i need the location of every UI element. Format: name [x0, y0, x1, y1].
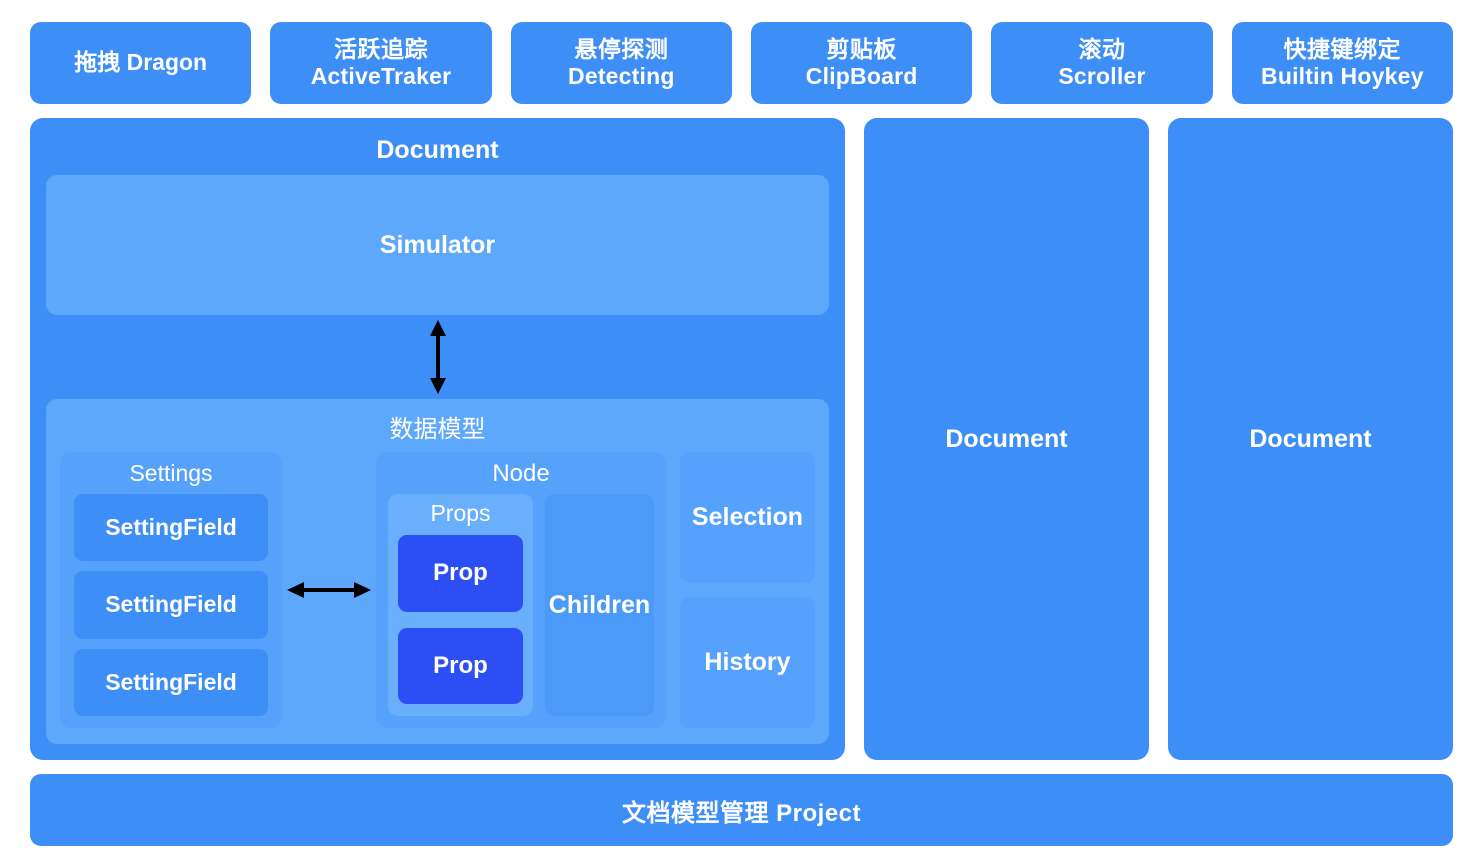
capability-card-hover-detecting[interactable]: 悬停探测 Detecting: [510, 22, 732, 104]
capability-card-clipboard[interactable]: 剪贴板 ClipBoard: [750, 22, 973, 104]
prop-label: Prop: [433, 651, 488, 679]
simulator-datamodel-link: [46, 315, 829, 399]
capability-card-drag[interactable]: 拖拽 Dragon: [30, 22, 252, 104]
document-panel-title: Document: [1249, 424, 1372, 453]
setting-field-item[interactable]: SettingField: [74, 494, 268, 562]
setting-field-label: SettingField: [105, 668, 237, 695]
settings-title: Settings: [129, 460, 213, 486]
data-model-container: 数据模型 Settings SettingField SettingField: [46, 399, 829, 744]
setting-field-list: SettingField SettingField SettingField: [74, 494, 268, 716]
capability-label-cn: 活跃追踪: [333, 35, 428, 62]
setting-field-item[interactable]: SettingField: [74, 571, 268, 639]
capability-label-cn: 滚动: [1078, 35, 1126, 62]
document-panel-tertiary[interactable]: Document: [1168, 118, 1453, 760]
document-panel-title: Document: [376, 136, 499, 164]
node-title: Node: [492, 460, 550, 487]
children-box[interactable]: Children: [545, 494, 654, 716]
simulator-label: Simulator: [379, 230, 496, 259]
document-panel-secondary[interactable]: Document: [864, 118, 1149, 760]
capability-label-en: Detecting: [568, 63, 675, 89]
document-panel-main[interactable]: Document Simulator 数据模型 Settings Setting…: [30, 118, 845, 760]
children-label: Children: [548, 590, 651, 619]
history-box[interactable]: History: [680, 597, 815, 728]
setting-field-label: SettingField: [105, 514, 237, 541]
capability-card-hotkey[interactable]: 快捷键绑定 Builtin Hoykey: [1231, 22, 1453, 104]
capability-label-cn: 剪贴板: [826, 35, 897, 62]
settings-node-link: [282, 452, 376, 728]
document-panel-title: Document: [945, 424, 1068, 453]
capability-label-en: ClipBoard: [805, 63, 918, 89]
project-bar-label: 文档模型管理 Project: [621, 799, 862, 827]
simulator-box[interactable]: Simulator: [46, 175, 829, 315]
capability-label-en: ActiveTraker: [310, 63, 452, 89]
capability-label-en: Scroller: [1058, 63, 1146, 89]
selection-label: Selection: [691, 503, 804, 531]
prop-label: Prop: [433, 559, 488, 587]
data-model-aside: Selection History: [680, 452, 815, 728]
data-model-title: 数据模型: [389, 416, 486, 443]
setting-field-item[interactable]: SettingField: [74, 648, 268, 716]
data-model-body: Settings SettingField SettingField Setti…: [60, 452, 815, 728]
settings-box[interactable]: Settings SettingField SettingField Setti…: [60, 452, 282, 728]
capability-label-cn: 快捷键绑定: [1283, 35, 1402, 62]
prop-list: Prop Prop: [398, 535, 523, 704]
props-box[interactable]: Props Prop Prop: [388, 494, 533, 716]
setting-field-label: SettingField: [105, 591, 237, 618]
capability-card-scroller[interactable]: 滚动 Scroller: [991, 22, 1213, 104]
history-label: History: [704, 648, 791, 676]
capability-row: 拖拽 Dragon 活跃追踪 ActiveTraker 悬停探测 Detecti…: [30, 22, 1453, 104]
capability-label-cn: 拖拽 Dragon: [74, 49, 208, 76]
project-bar[interactable]: 文档模型管理 Project: [30, 774, 1453, 846]
prop-item[interactable]: Prop: [398, 627, 523, 704]
prop-item[interactable]: Prop: [398, 535, 523, 612]
double-headed-vertical-arrow-icon: [429, 320, 446, 394]
double-headed-horizontal-arrow-icon: [287, 582, 371, 598]
architecture-diagram: 拖拽 Dragon 活跃追踪 ActiveTraker 悬停探测 Detecti…: [0, 0, 1483, 868]
capability-card-active-tracker[interactable]: 活跃追踪 ActiveTraker: [270, 22, 492, 104]
documents-row: Document Simulator 数据模型 Settings Setting…: [30, 118, 1453, 760]
selection-box[interactable]: Selection: [680, 452, 815, 583]
props-title: Props: [430, 500, 491, 526]
node-box[interactable]: Node Props Prop Prop Children: [376, 452, 666, 728]
capability-label-en: Builtin Hoykey: [1261, 63, 1424, 89]
node-body: Props Prop Prop Children: [388, 494, 654, 716]
capability-label-cn: 悬停探测: [574, 35, 669, 62]
